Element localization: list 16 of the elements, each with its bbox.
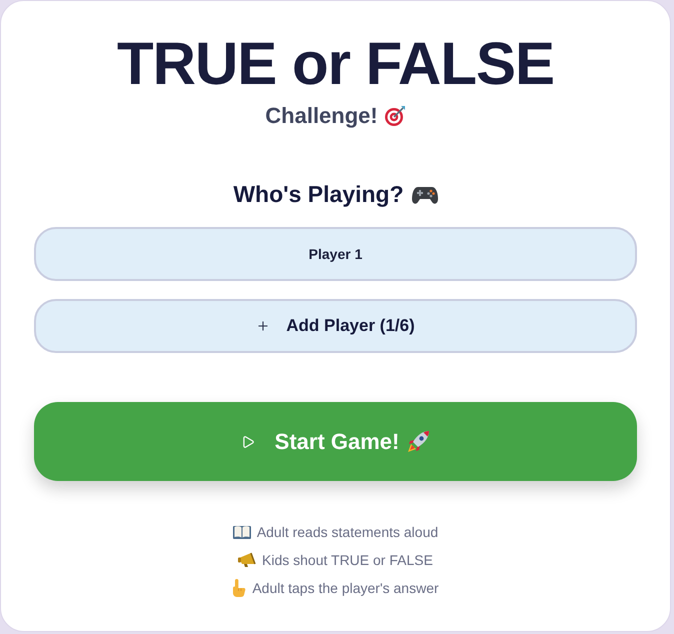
section-heading: Who's Playing? xyxy=(233,183,404,206)
play-icon xyxy=(240,434,255,448)
target-icon xyxy=(384,105,406,127)
subtitle: Challenge! xyxy=(265,105,378,127)
player-name-field[interactable]: Player 1 xyxy=(34,227,637,281)
pointing-up-hand-icon xyxy=(232,579,246,597)
game-title: TRUE or FALSE xyxy=(116,34,554,94)
add-player-button[interactable]: Add Player (1/6) xyxy=(34,299,637,353)
plus-icon xyxy=(256,319,270,333)
instruction-text: Adult reads statements aloud xyxy=(256,522,438,542)
instruction-text: Kids shout TRUE or FALSE xyxy=(262,550,433,570)
rocket-icon xyxy=(406,430,430,454)
open-book-icon xyxy=(232,525,251,539)
gamepad-icon xyxy=(412,184,438,204)
instruction-text: Adult taps the player's answer xyxy=(252,578,439,598)
megaphone-icon xyxy=(238,552,256,568)
